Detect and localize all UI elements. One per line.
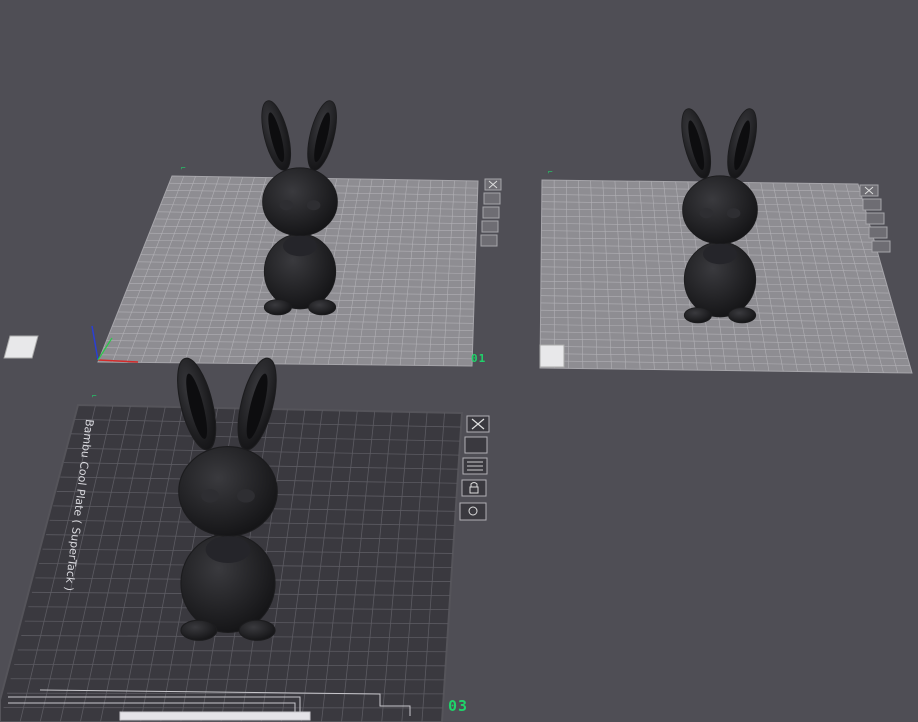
bunny-part	[682, 175, 758, 245]
bunny-eye	[726, 208, 741, 219]
bunny-part	[238, 619, 276, 641]
bunny-eye	[306, 200, 321, 211]
layers-icon[interactable]	[482, 206, 500, 219]
bunny-model-plate-02[interactable]	[676, 106, 762, 324]
lock-icon[interactable]	[868, 226, 888, 239]
bunny-paws	[283, 235, 317, 257]
bunny-part	[180, 619, 218, 641]
plate-03-toolbar	[459, 415, 490, 521]
bunny-model-plate-03[interactable]	[170, 355, 284, 641]
lock-icon[interactable]	[481, 220, 499, 233]
plate-02-corner-marker: ⌐	[548, 167, 553, 176]
arrange-icon[interactable]	[862, 198, 882, 211]
bunny-model-plate-01[interactable]	[256, 98, 342, 316]
plate-01[interactable]: ⌐	[3, 163, 502, 367]
plate-02-corner-tag	[539, 344, 565, 368]
bunny-eye	[201, 489, 220, 503]
bunny-paws	[205, 536, 251, 564]
layers-icon[interactable]	[865, 212, 885, 225]
bunny-eye	[699, 208, 714, 219]
bunny-paws	[703, 243, 737, 265]
settings-icon[interactable]	[871, 240, 891, 253]
plate-03-corner-marker: ⌐	[92, 391, 97, 400]
settings-icon[interactable]	[480, 234, 498, 247]
plate-01-corner-marker: ⌐	[181, 163, 186, 172]
plate-01-toolbar	[480, 178, 502, 247]
plate-01-label: 01	[471, 352, 487, 365]
bunny-part	[683, 307, 712, 324]
bunny-eye	[279, 200, 294, 211]
bunny-part	[308, 299, 337, 316]
bunny-eye	[236, 489, 255, 503]
bunny-part	[263, 299, 292, 316]
bunny-part	[262, 167, 338, 237]
arrange-icon[interactable]	[464, 436, 488, 454]
3d-viewport[interactable]: ⌐ ⌐ ⌐ 01 03 Bambu Cool Plate (SuperTack…	[0, 0, 918, 722]
settings-icon[interactable]	[459, 502, 487, 521]
plate-03-label: 03	[448, 697, 469, 715]
arrange-icon[interactable]	[483, 192, 501, 205]
bunny-part	[178, 445, 278, 537]
bunny-part	[728, 307, 757, 324]
